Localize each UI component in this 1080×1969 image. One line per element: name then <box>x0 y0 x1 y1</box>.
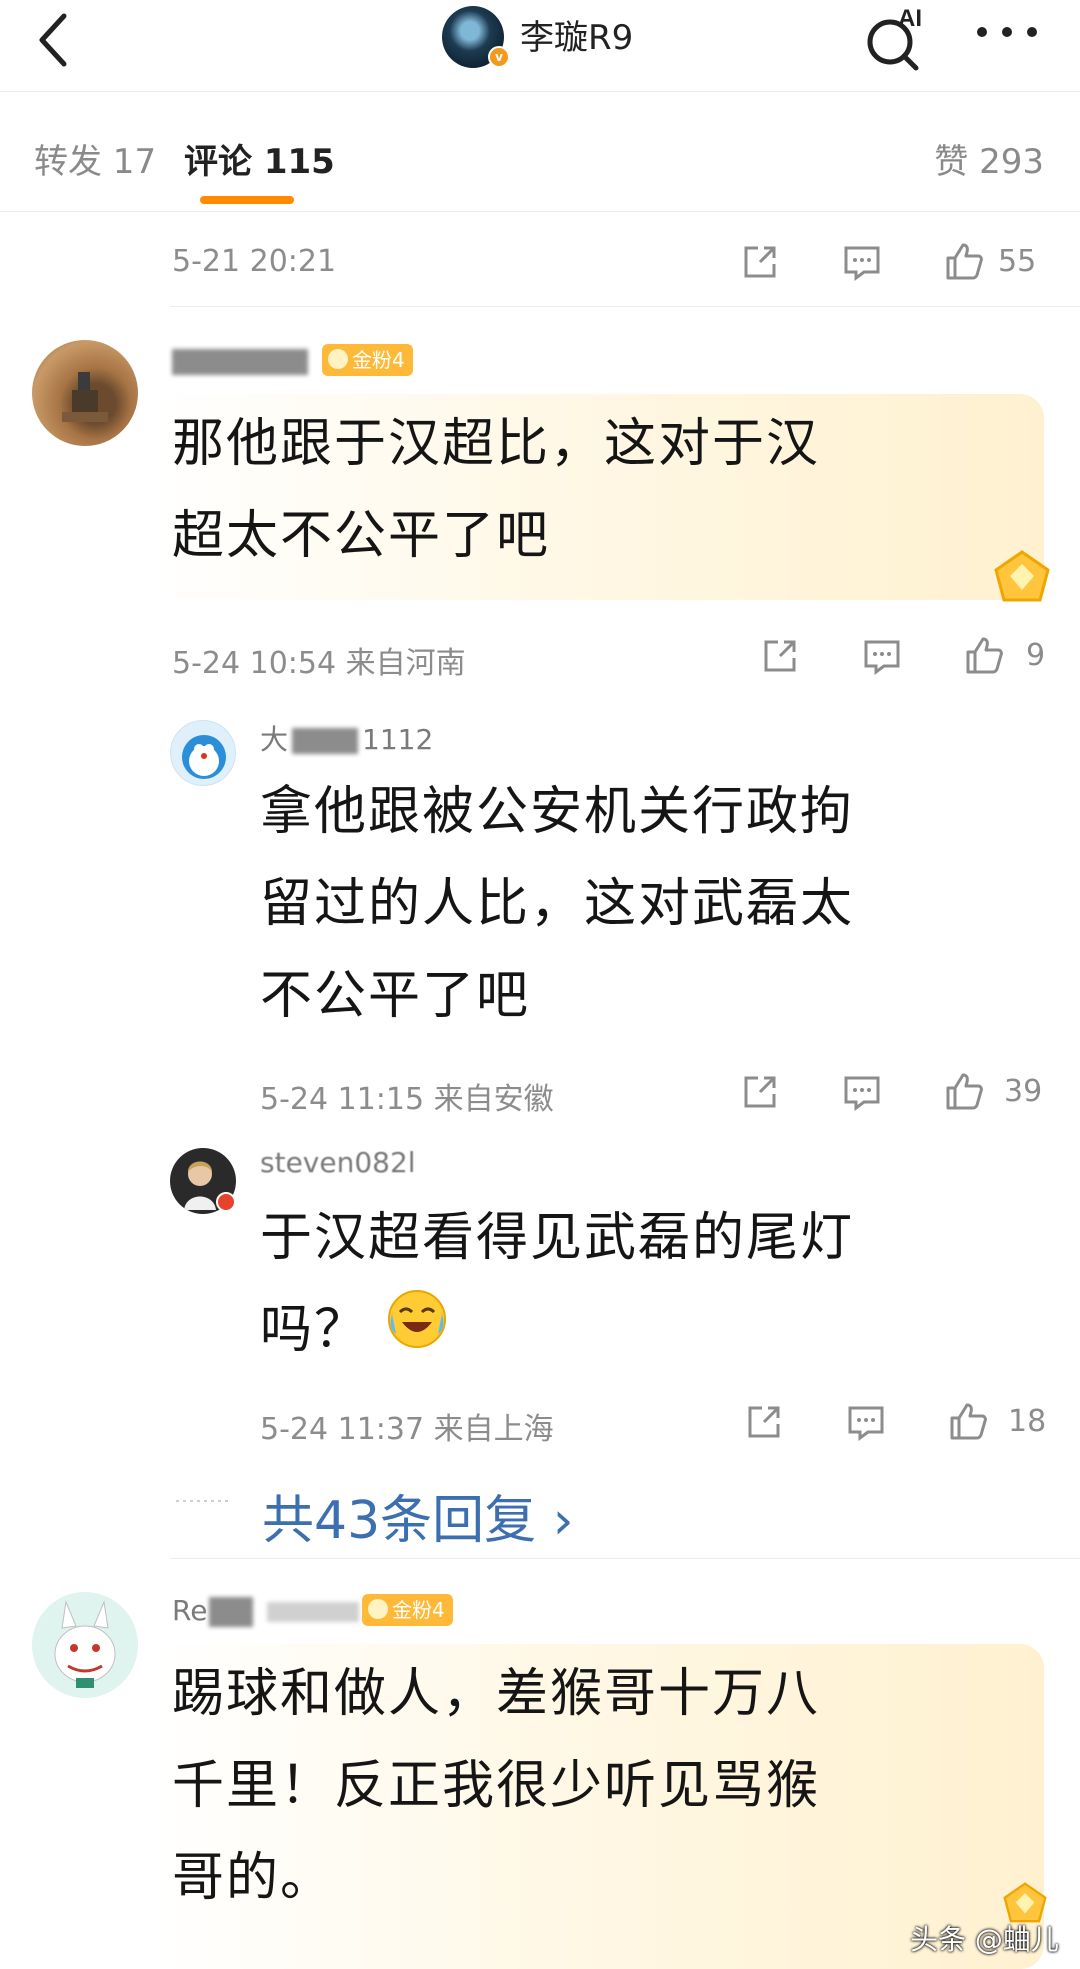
verified-badge-icon: v <box>488 46 510 68</box>
reply-text: 拿他跟被公安机关行政拘 留过的人比，这对武磊太 不公平了吧 <box>260 782 855 1026</box>
more-replies-link[interactable]: 共43条回复 › <box>262 1478 574 1553</box>
diamond-icon <box>368 1599 388 1619</box>
username-masked[interactable] <box>172 344 308 377</box>
like-count: 18 <box>1008 1404 1047 1439</box>
fan-level-badge: 金粉4 <box>322 344 413 376</box>
share-icon[interactable] <box>738 240 782 284</box>
share-icon[interactable] <box>742 1400 786 1444</box>
page-title[interactable]: 李璇R9 <box>520 10 633 59</box>
username-masked[interactable]: Re <box>172 1594 360 1627</box>
username[interactable]: steven082l <box>260 1146 416 1179</box>
comment-text: 那他跟于汉超比，这对于汉 超太不公平了吧 <box>172 414 821 566</box>
like-icon[interactable] <box>946 1400 990 1444</box>
username-masked[interactable]: 大 1112 <box>260 718 433 758</box>
reply-meta-row: 5-24 11:37 来自上海 18 <box>260 1394 1052 1450</box>
like-count: 9 <box>1026 638 1046 673</box>
ai-search-icon[interactable]: AI <box>862 4 932 74</box>
comment-text: 踢球和做人，差猴哥十万八 千里！反正我很少听见骂猴 哥的。 <box>172 1664 821 1908</box>
reply-time-location: 5-24 11:37 来自上海 <box>260 1412 554 1447</box>
tab-bar: 转发 17 评论 115 赞 293 <box>0 92 1080 212</box>
diamond-icon <box>328 349 348 369</box>
reply-meta-row: 5-24 11:15 来自安徽 39 <box>260 1064 1052 1120</box>
vip-crown-icon <box>994 550 1050 602</box>
reply-time-location: 5-24 11:15 来自安徽 <box>260 1082 554 1117</box>
comment-meta-row: 5-24 10:54 来自河南 9 <box>172 628 1052 684</box>
tab-repost[interactable]: 转发 17 <box>34 134 156 183</box>
tab-comment[interactable]: 评论 115 <box>184 134 335 183</box>
comment-time: 5-21 20:21 <box>172 244 337 279</box>
fan-level-badge: 金粉4 <box>362 1594 453 1626</box>
share-icon[interactable] <box>758 634 802 678</box>
like-icon[interactable] <box>962 634 1006 678</box>
active-tab-indicator <box>200 196 294 204</box>
like-count: 55 <box>998 244 1037 279</box>
comment-time-location: 5-24 10:54 来自河南 <box>172 646 466 681</box>
reply-icon[interactable] <box>840 240 884 284</box>
like-icon[interactable] <box>942 1070 986 1114</box>
comment-meta-row: 5-21 20:21 55 <box>172 234 1052 290</box>
tab-like[interactable]: 赞 293 <box>934 134 1044 183</box>
reply-icon[interactable] <box>860 634 904 678</box>
watermark: 头条 @蛐儿 <box>910 1923 1059 1956</box>
more-icon[interactable] <box>972 20 1042 44</box>
divider <box>170 306 1080 307</box>
avatar[interactable] <box>170 720 236 786</box>
reply-icon[interactable] <box>844 1400 888 1444</box>
verified-badge-icon <box>216 1192 236 1212</box>
back-icon[interactable] <box>34 8 74 72</box>
reply-icon[interactable] <box>840 1070 884 1114</box>
share-icon[interactable] <box>738 1070 782 1114</box>
top-bar: v 李璇R9 AI <box>0 0 1080 92</box>
ai-label: AI <box>898 5 922 32</box>
divider <box>170 1558 1080 1559</box>
like-icon[interactable] <box>942 240 986 284</box>
like-count: 39 <box>1004 1074 1043 1109</box>
reply-thread-line <box>176 1500 230 1502</box>
avatar[interactable] <box>32 340 138 446</box>
laughing-emoji-icon <box>386 1287 448 1379</box>
reply-text: 于汉超看得见武磊的尾灯 吗？ <box>260 1192 854 1379</box>
avatar[interactable] <box>32 1592 138 1698</box>
